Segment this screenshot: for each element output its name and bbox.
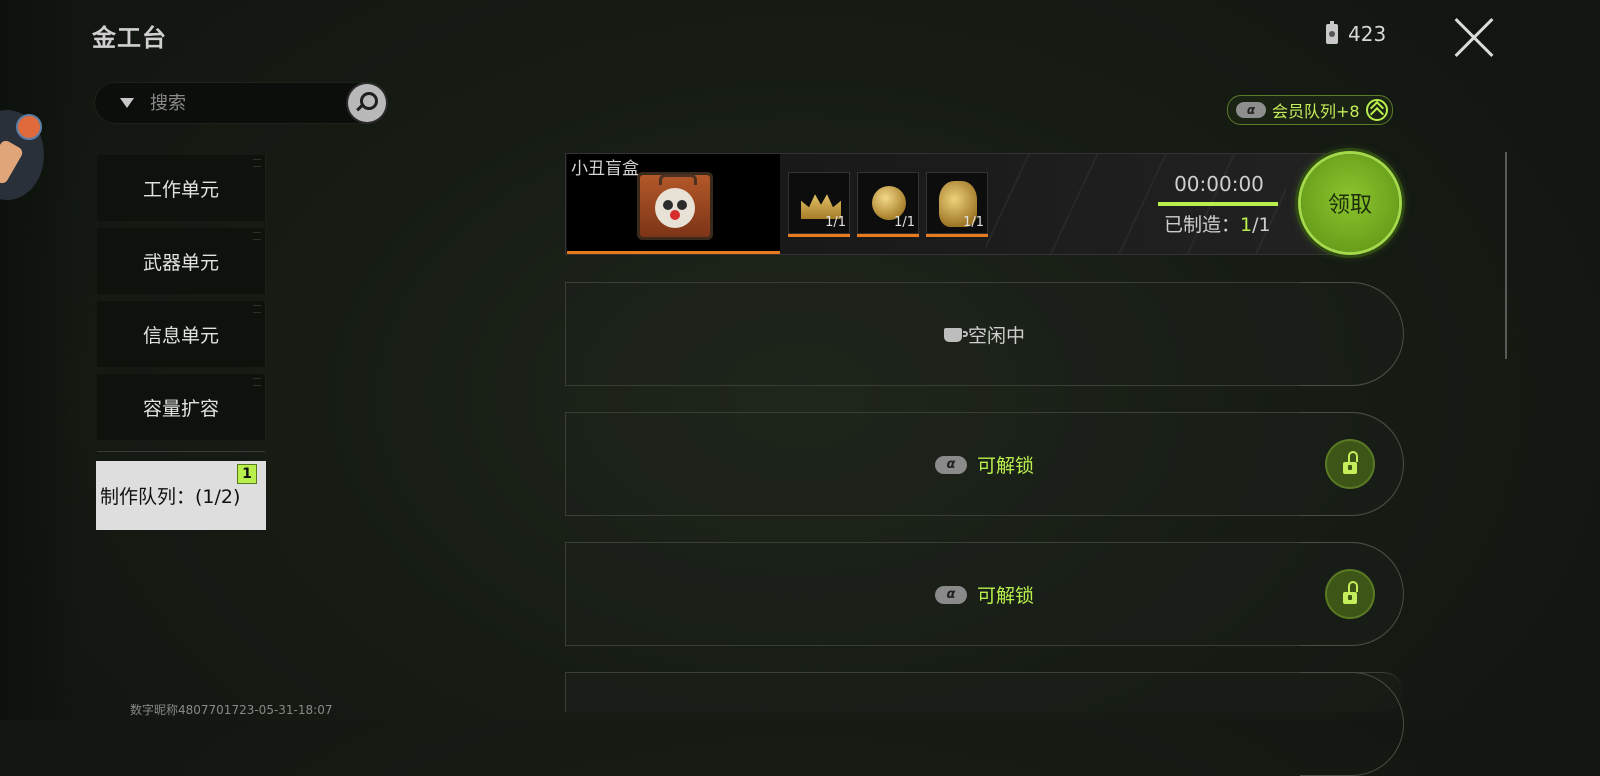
slot-status-label: 空闲中 xyxy=(967,325,1025,347)
crafted-done: 1 xyxy=(1240,214,1253,236)
left-shadow xyxy=(0,0,80,720)
crafted-label: 已制造： xyxy=(1164,214,1241,236)
search-button[interactable] xyxy=(348,84,386,122)
sidebar-divider xyxy=(97,451,265,452)
queue-slot-idle[interactable]: 空闲中 xyxy=(565,282,1404,386)
double-chevron-up-icon xyxy=(1365,99,1388,121)
timer-progress-bar xyxy=(1158,202,1278,206)
material-progress-bar xyxy=(788,234,850,237)
currency-amount: 423 xyxy=(1348,22,1387,46)
close-button[interactable] xyxy=(1452,16,1496,60)
queue-count-badge: 1 xyxy=(237,464,257,484)
vip-queue-button[interactable]: α 会员队列+8 xyxy=(1227,95,1393,125)
scrollbar[interactable] xyxy=(1505,152,1507,359)
vip-card-icon: α xyxy=(1236,102,1266,118)
watermark-text: 数字昵称4807701723-05-31-18:07 xyxy=(130,703,333,717)
unlock-button[interactable] xyxy=(1327,571,1373,617)
slot-status-label: 可解锁 xyxy=(976,585,1034,607)
battery-icon xyxy=(1326,21,1338,44)
craft-timer: 00:00:00 xyxy=(1174,172,1264,196)
currency-display: 423 xyxy=(1326,20,1386,48)
unlock-icon xyxy=(1343,592,1357,604)
search-icon xyxy=(360,92,378,110)
material-count: 1/1 xyxy=(963,215,984,230)
material-count: 1/1 xyxy=(825,215,846,230)
vip-card-icon: α xyxy=(934,455,967,474)
coffee-cup-icon xyxy=(943,327,968,342)
search-bar xyxy=(94,82,384,124)
sidebar-item-info-unit[interactable]: 信息单元 xyxy=(97,301,266,367)
sidebar-item-work-unit[interactable]: 工作单元 xyxy=(97,155,266,221)
material-progress-bar xyxy=(857,234,919,237)
product-name: 小丑盲盒 xyxy=(571,159,639,179)
queue-slot-partial xyxy=(565,672,1404,776)
dropdown-arrow-icon[interactable] xyxy=(120,98,134,108)
page-title: 金工台 xyxy=(92,24,167,52)
claim-button[interactable]: 领取 xyxy=(1301,154,1399,252)
slot-status-label: 可解锁 xyxy=(976,455,1034,477)
unlock-icon xyxy=(1343,462,1357,474)
product-progress-bar xyxy=(567,251,780,254)
material-progress-bar xyxy=(926,234,988,237)
vip-card-icon: α xyxy=(934,585,967,604)
vip-queue-label: 会员队列+8 xyxy=(1272,102,1360,121)
unlock-button[interactable] xyxy=(1327,441,1373,487)
clown-blind-box-icon xyxy=(637,172,713,240)
sidebar-item-capacity-expand[interactable]: 容量扩容 xyxy=(97,374,266,440)
crafted-total: /1 xyxy=(1252,214,1271,236)
sidebar-item-weapon-unit[interactable]: 武器单元 xyxy=(97,228,266,294)
crafted-status: 已制造：1/1 xyxy=(1164,210,1271,237)
queue-slot-locked[interactable]: α 可解锁 xyxy=(565,542,1404,646)
material-count: 1/1 xyxy=(894,215,915,230)
search-input[interactable] xyxy=(148,91,332,115)
queue-slot-locked[interactable]: α 可解锁 xyxy=(565,412,1404,516)
